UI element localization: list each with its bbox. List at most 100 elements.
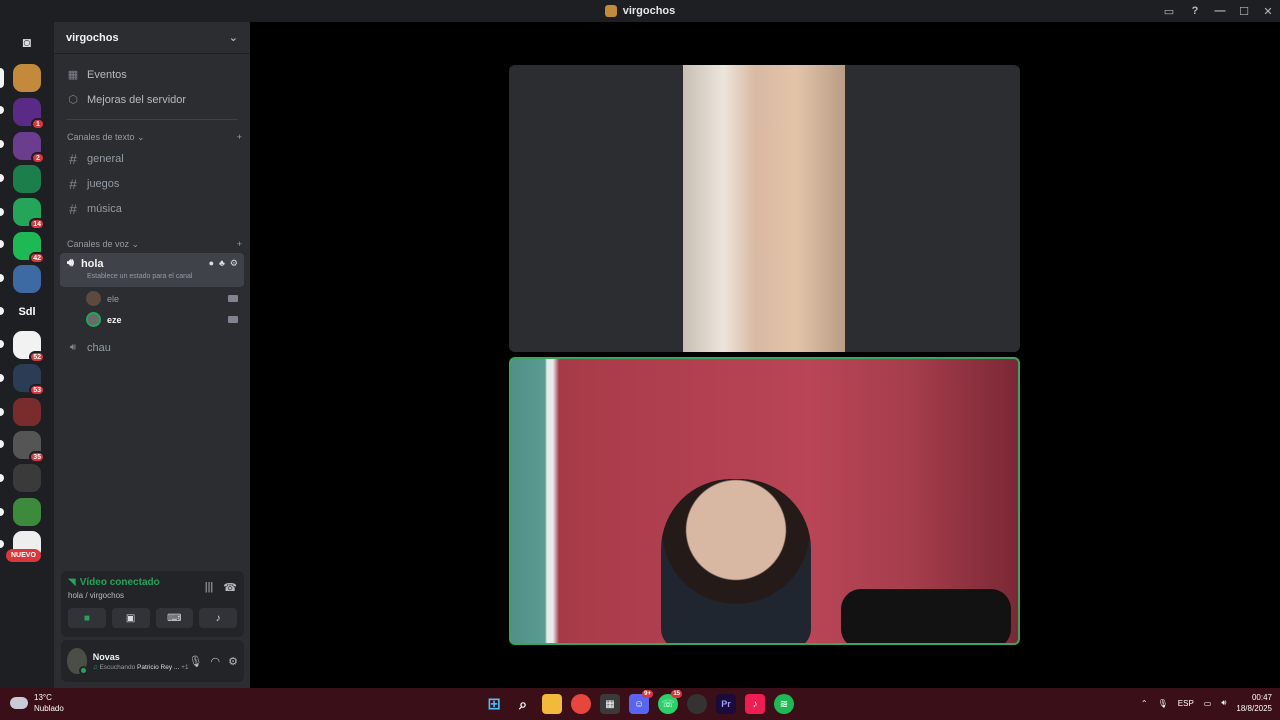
guild-avatar[interactable]: 42: [13, 232, 45, 264]
channel-juegos[interactable]: # juegos: [54, 171, 250, 196]
close-button[interactable]: ✕: [1256, 0, 1280, 22]
guild-virgochos[interactable]: [13, 64, 41, 92]
voice-user-ele[interactable]: ele: [54, 288, 250, 309]
server-list: ◙ 1 2 14 42 Sdl 52 53 35 NUEVO: [0, 22, 54, 688]
guild-avatar[interactable]: 35: [13, 431, 45, 463]
invite-icon[interactable]: ♣: [219, 258, 225, 269]
noise-suppression-icon[interactable]: |||: [205, 581, 214, 594]
voice-channel-hola[interactable]: 🔊︎ hola ● ♣ ⚙ Establece un estado para el…: [60, 253, 244, 287]
soundboard-icon: ♪: [215, 612, 221, 624]
video-tile-eze[interactable]: [509, 357, 1020, 645]
guild-avatar[interactable]: 14: [13, 198, 45, 230]
soundboard-button[interactable]: ♪: [199, 608, 237, 628]
camera-icon: [228, 295, 238, 302]
windows-taskbar: 13°C Nublado ⊞ ⌕ ▦ ☺ 9+ ☏ 15 Pr ♪ ≋ ⌃ 🎙︎ E…: [0, 688, 1280, 720]
hash-icon: #: [69, 175, 77, 192]
window-title: virgochos: [622, 5, 676, 17]
clock[interactable]: 00:47 18/8/2025: [1236, 692, 1272, 714]
hash-icon: #: [69, 200, 77, 217]
discord-home-icon[interactable]: ◙: [13, 28, 41, 56]
music-icon: ♫: [92, 663, 98, 671]
video-feed: [683, 65, 845, 352]
premiere-icon[interactable]: Pr: [716, 694, 736, 714]
selected-indicator: [0, 68, 4, 88]
headphones-icon[interactable]: ◠: [211, 655, 221, 668]
minimize-button[interactable]: —: [1208, 0, 1232, 22]
avatar: [86, 291, 101, 306]
app-icon[interactable]: [687, 694, 707, 714]
gamepad-icon: ⌨: [167, 612, 182, 624]
weather-widget[interactable]: 13°C Nublado: [10, 692, 64, 714]
whatsapp-icon[interactable]: ☏ 15: [658, 690, 682, 714]
server-header[interactable]: virgochos ⌄: [54, 22, 250, 54]
cloud-icon: [10, 697, 28, 709]
chrome-icon[interactable]: [571, 694, 591, 714]
maximize-button[interactable]: ☐: [1232, 0, 1256, 22]
avatar: [86, 312, 101, 327]
rtc-status[interactable]: Vídeo conectado: [80, 577, 160, 588]
new-badge[interactable]: NUEVO: [6, 549, 41, 562]
guild-avatar[interactable]: [13, 398, 41, 426]
guild-avatar[interactable]: [13, 165, 41, 193]
speaker-icon: 🔊︎: [69, 342, 77, 353]
voice-connection-panel: ◥ Vídeo conectado hola / virgochos ||| ☎ …: [61, 571, 244, 637]
signal-icon: ◥: [68, 577, 76, 588]
tiktok-icon[interactable]: ♪: [745, 694, 765, 714]
channel-general[interactable]: # general: [54, 146, 250, 171]
guild-sdl[interactable]: Sdl: [13, 298, 41, 326]
video-feed: [661, 479, 811, 643]
camera-button[interactable]: ■: [68, 608, 106, 628]
guild-avatar[interactable]: [13, 265, 41, 293]
file-explorer-icon[interactable]: [542, 694, 562, 714]
speaker-icon: 🔊︎: [67, 257, 74, 269]
voice-channel-chau[interactable]: 🔊︎ chau: [54, 335, 250, 360]
channel-status[interactable]: Establece un estado para el canal: [87, 273, 238, 280]
store-icon[interactable]: ▦: [600, 694, 620, 714]
guild-avatar[interactable]: 2: [13, 132, 45, 164]
guild-avatar[interactable]: 1: [13, 98, 45, 130]
chevron-up-icon[interactable]: ⌃: [1141, 699, 1148, 708]
boosts-link[interactable]: ⬡ Mejoras del servidor: [54, 87, 250, 112]
camera-icon: [228, 316, 238, 323]
calendar-icon: ▦: [67, 69, 79, 81]
shield-icon: ⬡: [68, 94, 78, 106]
text-category[interactable]: Canales de texto ⌄ +: [54, 128, 250, 146]
help-icon[interactable]: ?: [1182, 0, 1208, 22]
avatar[interactable]: [67, 648, 88, 675]
events-link[interactable]: ▦ Eventos: [54, 62, 250, 87]
activities-button[interactable]: ⌨: [155, 608, 194, 628]
voice-category[interactable]: Canales de voz ⌄ +: [54, 235, 250, 253]
screen-share-button[interactable]: ▣: [111, 608, 150, 628]
windows-start-icon[interactable]: ⊞: [484, 694, 504, 714]
search-icon[interactable]: ⌕: [513, 694, 533, 714]
online-status-icon: [78, 666, 88, 675]
video-tile-ele[interactable]: [509, 65, 1020, 352]
rtc-channel[interactable]: hola / virgochos: [68, 591, 160, 600]
username[interactable]: Novas: [93, 652, 189, 662]
discord-taskbar-icon[interactable]: ☺ 9+: [629, 690, 653, 714]
server-name: virgochos: [66, 31, 119, 44]
language-indicator[interactable]: ESP: [1178, 699, 1194, 708]
user-panel: Novas ♫ Escuchando Patricio Rey ... +1 🎙…: [61, 640, 244, 682]
channel-musica[interactable]: # música: [54, 196, 250, 221]
voice-user-eze[interactable]: eze: [54, 309, 250, 330]
microphone-icon[interactable]: 🎙︎: [189, 655, 203, 668]
hash-icon: #: [69, 150, 77, 167]
chat-icon[interactable]: ●: [209, 258, 214, 269]
add-channel-icon[interactable]: +: [237, 132, 242, 142]
disconnect-icon[interactable]: ☎: [223, 581, 237, 594]
spotify-icon[interactable]: ≋: [774, 694, 794, 714]
screen-share-icon: ▣: [125, 612, 136, 624]
guild-avatar[interactable]: 52: [13, 331, 45, 363]
gear-icon[interactable]: ⚙: [228, 655, 238, 668]
volume-icon[interactable]: 🔊︎: [1221, 698, 1226, 708]
guild-avatar[interactable]: 53: [13, 364, 45, 396]
add-channel-icon[interactable]: +: [237, 239, 242, 249]
gear-icon[interactable]: ⚙: [230, 258, 238, 269]
inbox-icon[interactable]: ▭: [1156, 0, 1182, 22]
network-icon[interactable]: ▭: [1204, 699, 1212, 708]
microphone-icon[interactable]: 🎙︎: [1158, 699, 1168, 708]
guild-avatar[interactable]: [13, 498, 41, 526]
guild-avatar[interactable]: [13, 464, 41, 492]
chevron-down-icon: ⌄: [228, 32, 238, 44]
